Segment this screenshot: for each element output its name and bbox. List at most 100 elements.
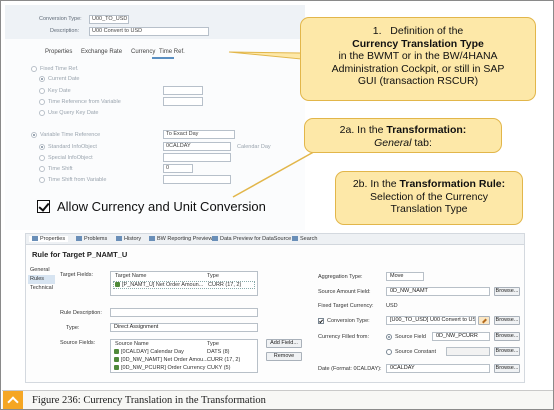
browse-source-constant-button[interactable]: Browse... xyxy=(494,347,520,356)
callout-2b-line-1: 2b. In the Transformation Rule: xyxy=(336,178,522,191)
callout-1-pointer xyxy=(228,51,302,60)
browse-conversion-type-button[interactable]: Browse... xyxy=(494,316,520,325)
source-amount-field-input[interactable]: 0D_NW_NAMT xyxy=(386,287,490,296)
source-row-name-text: [0CALDAY] Calendar Day xyxy=(121,349,184,355)
view-tab-search-label: Search xyxy=(300,236,318,242)
callout-2a-line-1: 2a. In the Transformation: xyxy=(305,124,501,137)
keyfigure-icon xyxy=(114,357,119,363)
callout-1: 1. Definition of the Currency Translatio… xyxy=(300,17,536,101)
callout-2a-line-2: General tab: xyxy=(305,137,501,150)
callout-2a: 2a. In the Transformation: General tab: xyxy=(304,118,502,153)
callout-2b-bold: Transformation Rule: xyxy=(399,178,506,190)
source-constant-input[interactable] xyxy=(446,347,490,356)
callout-1-line-4: Administration Cockpit, or still in SAP xyxy=(331,62,505,75)
callout-2a-suffix: tab: xyxy=(411,136,432,149)
source-constant-radio[interactable] xyxy=(386,349,392,355)
source-fields-table: Source Name Type [0CALDAY] Calendar Day … xyxy=(110,339,258,373)
table-row[interactable]: [0D_NW_PCURR] Order Currency CUKY (5) xyxy=(113,365,255,372)
target-fields-table: Target Name Type [P_NAMT_U] Net Order Am… xyxy=(110,271,258,296)
caption-bar: Figure 236: Currency Translation in the … xyxy=(2,390,553,409)
view-tab-bw-reporting[interactable]: BW Reporting Preview xyxy=(149,236,212,242)
callout-2a-bold: Transformation: xyxy=(386,124,467,136)
source-row-name: [0D_NW_PCURR] Order Currency xyxy=(114,365,205,371)
browse-source-field-button[interactable]: Browse... xyxy=(494,332,520,341)
reporting-icon xyxy=(149,236,155,242)
view-tab-properties-label: Properties xyxy=(40,236,66,242)
conversion-type-label: Conversion Type: xyxy=(327,318,370,324)
source-row-name: [0CALDAY] Calendar Day xyxy=(114,349,184,355)
figure-caption: Figure 236: Currency Translation in the … xyxy=(32,395,266,406)
source-row-name-text: [0D_NW_NAMT] Net Order Amou... xyxy=(121,357,208,363)
view-tab-properties[interactable]: Properties xyxy=(29,236,69,242)
callout-1-bold: Currency Translation Type xyxy=(352,37,484,50)
target-row-type: CURR (17, 2) xyxy=(208,282,242,288)
view-tab-data-preview-label: Data Preview for DataSource xyxy=(220,236,292,242)
target-row-name-text: [P_NAMT_U] Net Order Amoun... xyxy=(122,282,204,288)
type-select[interactable]: Direct Assignment xyxy=(110,323,258,332)
source-field-radio[interactable] xyxy=(386,334,392,340)
characteristic-icon xyxy=(114,365,119,371)
view-tab-problems-label: Problems xyxy=(84,236,108,242)
source-field-input[interactable]: 0D_NW_PCURR xyxy=(432,332,490,341)
rule-description-label: Rule Description: xyxy=(60,310,102,316)
transformation-rule-screenshot: Properties Problems History BW Reporting… xyxy=(25,233,525,383)
allow-conversion-label: Allow Currency and Unit Conversion xyxy=(57,199,266,214)
source-name-header: Source Name xyxy=(115,341,149,347)
view-tab-bar: Properties Problems History BW Reporting… xyxy=(26,234,524,245)
source-field-label: Source Field xyxy=(395,334,426,340)
callout-2b: 2b. In the Transformation Rule: Selectio… xyxy=(335,171,523,225)
date-field[interactable]: 0CALDAY xyxy=(386,364,490,373)
callout-2a-italic: General xyxy=(374,136,412,149)
browse-source-amount-button[interactable]: Browse... xyxy=(494,287,520,296)
date-label: Date (Format: 0CALDAY): xyxy=(318,366,382,372)
aggregation-type-select[interactable]: Move xyxy=(386,272,424,281)
checkmark-icon xyxy=(318,318,324,324)
side-tab-general[interactable]: General xyxy=(28,266,55,275)
figure-frame: Conversion Type: U00_TO_USD Description:… xyxy=(0,0,554,410)
allow-conversion-checkbox[interactable] xyxy=(37,200,50,213)
target-fields-label: Target Fields: xyxy=(60,272,94,278)
source-row-name: [0D_NW_NAMT] Net Order Amou... xyxy=(114,357,208,363)
view-tab-problems[interactable]: Problems xyxy=(76,236,107,242)
rule-title: Rule for Target P_NAMT_U xyxy=(32,250,128,259)
view-tab-bw-reporting-label: BW Reporting Preview xyxy=(157,236,213,242)
view-tab-history[interactable]: History xyxy=(116,236,141,242)
side-tab-technical[interactable]: Technical xyxy=(28,284,55,293)
target-row-name: [P_NAMT_U] Net Order Amoun... xyxy=(115,282,203,288)
side-tab-rules[interactable]: Rules xyxy=(28,275,55,284)
add-field-button[interactable]: Add Field... xyxy=(266,339,302,348)
properties-icon xyxy=(32,236,38,242)
view-tab-search[interactable]: Search xyxy=(292,236,317,242)
table-row[interactable]: [0D_NW_NAMT] Net Order Amou... CURR (17,… xyxy=(113,357,255,365)
keyfigure-icon xyxy=(115,282,120,288)
remove-button[interactable]: Remove xyxy=(266,352,302,361)
conversion-type-checkbox[interactable] xyxy=(318,318,324,324)
rule-description-field[interactable] xyxy=(110,308,258,317)
source-row-type: DATS (8) xyxy=(207,349,230,355)
currency-filled-from-label: Currency Filled from: xyxy=(318,334,370,340)
history-icon xyxy=(116,236,122,242)
back-to-top-icon[interactable] xyxy=(3,391,23,409)
table-row[interactable]: [P_NAMT_U] Net Order Amoun... CURR (17, … xyxy=(113,281,255,289)
data-preview-icon xyxy=(212,236,218,242)
callout-1-line-1: 1. Definition of the xyxy=(301,25,535,38)
view-tab-data-preview[interactable]: Data Preview for DataSource xyxy=(212,236,291,242)
view-tab-history-label: History xyxy=(124,236,142,242)
search-icon xyxy=(292,236,298,242)
edit-conversion-type-button[interactable] xyxy=(478,316,490,325)
callout-2b-line-3: Translation Type xyxy=(390,203,468,215)
source-constant-label: Source Constant xyxy=(395,349,436,355)
rule-side-tabs: General Rules Technical xyxy=(28,266,55,293)
characteristic-icon xyxy=(114,349,119,355)
source-row-type: CUKY (5) xyxy=(207,365,231,371)
source-row-type: CURR (17, 2) xyxy=(207,357,241,363)
pencil-icon xyxy=(481,318,487,324)
browse-date-button[interactable]: Browse... xyxy=(494,364,520,373)
conversion-type-field[interactable]: [U00_TO_USD] U00 Convert to USD xyxy=(386,316,476,325)
target-name-header: Target Name xyxy=(115,273,147,279)
source-amount-field-label: Source Amount Field: xyxy=(318,289,371,295)
callout-1-line-3: in the BWMT or in the BW/4HANA xyxy=(338,50,498,62)
source-row-name-text: [0D_NW_PCURR] Order Currency xyxy=(121,365,206,371)
target-type-header: Type xyxy=(207,273,219,279)
table-row[interactable]: [0CALDAY] Calendar Day DATS (8) xyxy=(113,349,255,357)
